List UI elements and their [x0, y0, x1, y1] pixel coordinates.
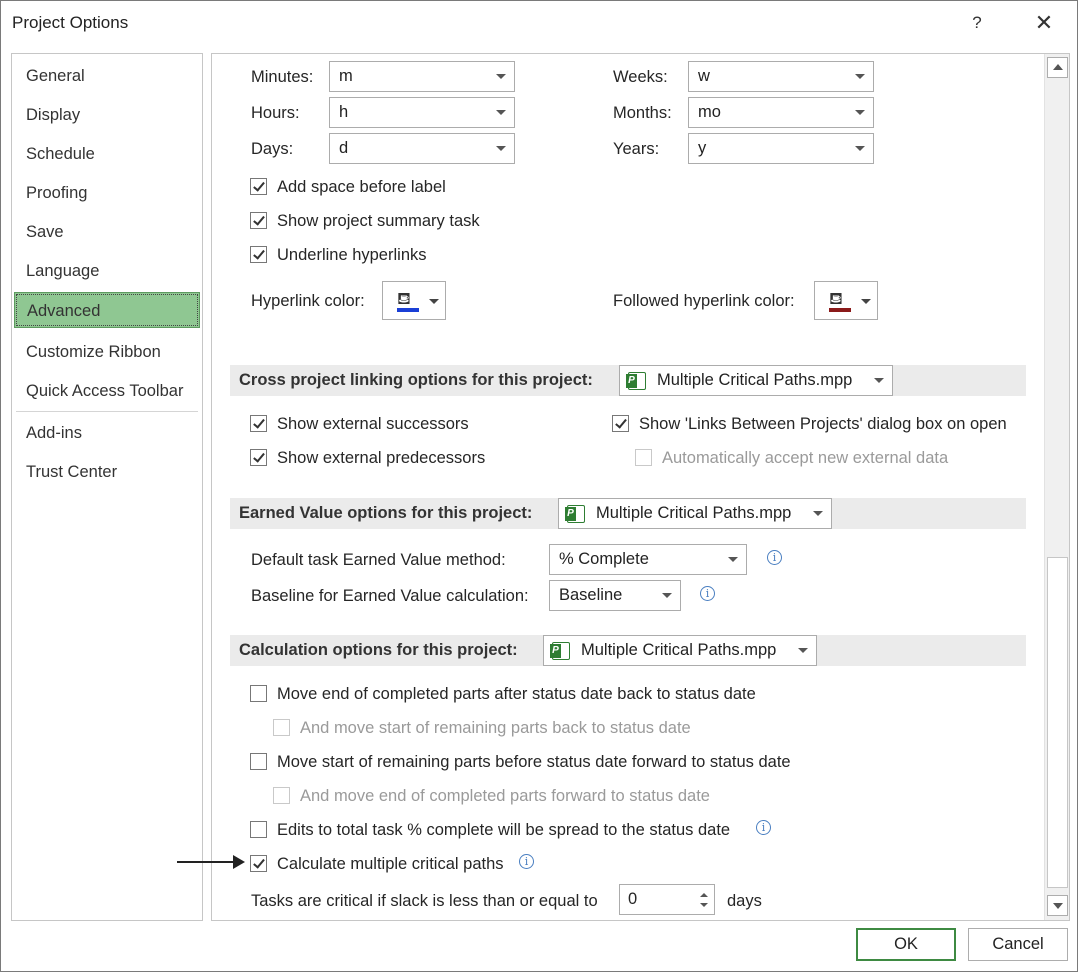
auto-accept-label: Automatically accept new external data: [662, 449, 949, 467]
nav-item-save[interactable]: Save: [14, 214, 200, 250]
ev-baseline-select[interactable]: Baseline: [549, 580, 681, 611]
earned-value-section-header: Earned Value options for this project: M…: [230, 498, 1026, 529]
spin-down-icon[interactable]: [700, 903, 708, 907]
move-start-forward-checkbox[interactable]: [250, 753, 267, 770]
ok-button[interactable]: OK: [856, 928, 956, 961]
nav-item-quick-access-toolbar[interactable]: Quick Access Toolbar: [14, 373, 200, 409]
show-successors-checkbox[interactable]: [250, 415, 267, 432]
move-end-forward-label: And move end of completed parts forward …: [300, 787, 710, 805]
project-file-icon: [550, 642, 570, 660]
earned-value-title: Earned Value options for this project:: [239, 504, 533, 522]
show-summary-label: Show project summary task: [277, 212, 480, 230]
cross-project-section-header: Cross project linking options for this p…: [230, 365, 1026, 396]
multiple-critical-paths-checkbox[interactable]: [250, 855, 267, 872]
move-end-forward-checkbox[interactable]: [273, 787, 290, 804]
followed-color-picker[interactable]: ⛾: [814, 281, 878, 320]
followed-color-swatch: [829, 308, 851, 312]
months-select[interactable]: mo: [688, 97, 874, 128]
title-bar: Project Options ? ✕: [1, 1, 1077, 45]
nav-item-add-ins[interactable]: Add-ins: [14, 415, 200, 451]
show-predecessors-label: Show external predecessors: [277, 449, 486, 467]
slack-label: Tasks are critical if slack is less than…: [251, 892, 598, 910]
calculation-section-header: Calculation options for this project: Mu…: [230, 635, 1026, 666]
hyperlink-color-label: Hyperlink color:: [251, 292, 365, 310]
hyperlink-color-picker[interactable]: ⛾: [382, 281, 446, 320]
nav-item-language[interactable]: Language: [14, 253, 200, 289]
move-start-back-label: And move start of remaining parts back t…: [300, 719, 691, 737]
move-end-label: Move end of completed parts after status…: [277, 685, 756, 703]
cancel-button[interactable]: Cancel: [968, 928, 1068, 961]
project-file-icon: [626, 372, 646, 390]
auto-accept-checkbox[interactable]: [635, 449, 652, 466]
ev-baseline-label: Baseline for Earned Value calculation:: [251, 587, 529, 605]
weeks-select[interactable]: w: [688, 61, 874, 92]
info-icon[interactable]: i: [700, 586, 715, 601]
earned-value-file-select[interactable]: Multiple Critical Paths.mpp: [558, 498, 832, 529]
show-successors-label: Show external successors: [277, 415, 469, 433]
calculation-title: Calculation options for this project:: [239, 641, 518, 659]
weeks-label: Weeks:: [613, 68, 668, 86]
nav-item-proofing[interactable]: Proofing: [14, 175, 200, 211]
underline-links-checkbox[interactable]: [250, 246, 267, 263]
project-options-dialog: Project Options ? ✕ General Display Sche…: [0, 0, 1078, 972]
scroll-down-icon[interactable]: [1047, 895, 1068, 916]
underline-links-label: Underline hyperlinks: [277, 246, 427, 264]
nav-item-display[interactable]: Display: [14, 97, 200, 133]
edits-spread-label: Edits to total task % complete will be s…: [277, 821, 731, 839]
hours-select[interactable]: h: [329, 97, 515, 128]
project-file-icon: [565, 505, 585, 523]
ev-method-label: Default task Earned Value method:: [251, 551, 506, 569]
move-start-forward-label: Move start of remaining parts before sta…: [277, 753, 791, 771]
calculation-file-select[interactable]: Multiple Critical Paths.mpp: [543, 635, 817, 666]
hyperlink-color-swatch: [397, 308, 419, 312]
cross-project-file-select[interactable]: Multiple Critical Paths.mpp: [619, 365, 893, 396]
help-button[interactable]: ?: [959, 7, 995, 39]
minutes-select[interactable]: m: [329, 61, 515, 92]
info-icon[interactable]: i: [756, 820, 771, 835]
info-icon[interactable]: i: [767, 550, 782, 565]
slack-unit-label: days: [727, 892, 762, 910]
edits-spread-checkbox[interactable]: [250, 821, 267, 838]
slack-stepper[interactable]: 0: [619, 884, 715, 915]
days-select[interactable]: d: [329, 133, 515, 164]
annotation-arrow-head: [233, 855, 245, 869]
multiple-critical-paths-label: Calculate multiple critical paths: [277, 855, 504, 873]
nav-item-advanced[interactable]: Advanced: [14, 292, 200, 328]
cross-project-title: Cross project linking options for this p…: [239, 371, 593, 389]
show-links-dialog-checkbox[interactable]: [612, 415, 629, 432]
nav-divider: [16, 411, 198, 412]
annotation-arrow-line: [177, 861, 237, 863]
nav-item-trust-center[interactable]: Trust Center: [14, 454, 200, 490]
move-end-checkbox[interactable]: [250, 685, 267, 702]
followed-color-label: Followed hyperlink color:: [613, 292, 795, 310]
options-nav: General Display Schedule Proofing Save L…: [11, 53, 203, 921]
add-space-checkbox[interactable]: [250, 178, 267, 195]
ev-method-select[interactable]: % Complete: [549, 544, 747, 575]
chevron-down-icon: [861, 299, 871, 304]
move-start-back-checkbox[interactable]: [273, 719, 290, 736]
minutes-label: Minutes:: [251, 68, 314, 86]
scroll-up-icon[interactable]: [1047, 57, 1068, 78]
close-icon[interactable]: ✕: [1026, 7, 1062, 39]
dialog-title: Project Options: [12, 13, 129, 32]
nav-item-customize-ribbon[interactable]: Customize Ribbon: [14, 334, 200, 370]
scrollbar-thumb[interactable]: [1047, 557, 1068, 888]
show-links-dialog-label: Show 'Links Between Projects' dialog box…: [639, 415, 1007, 433]
days-label: Days:: [251, 140, 294, 158]
content-scrollbar[interactable]: [1044, 54, 1069, 920]
months-label: Months:: [613, 104, 672, 122]
show-summary-checkbox[interactable]: [250, 212, 267, 229]
info-icon[interactable]: i: [519, 854, 534, 869]
hours-label: Hours:: [251, 104, 300, 122]
years-label: Years:: [613, 140, 660, 158]
nav-item-schedule[interactable]: Schedule: [14, 136, 200, 172]
chevron-down-icon: [429, 299, 439, 304]
advanced-options-panel: Minutes: m Hours: h Days: d Weeks: w Mon…: [211, 53, 1070, 921]
spin-up-icon[interactable]: [700, 893, 708, 897]
nav-item-general[interactable]: General: [14, 58, 200, 94]
add-space-label: Add space before label: [277, 178, 446, 196]
years-select[interactable]: y: [688, 133, 874, 164]
show-predecessors-checkbox[interactable]: [250, 449, 267, 466]
